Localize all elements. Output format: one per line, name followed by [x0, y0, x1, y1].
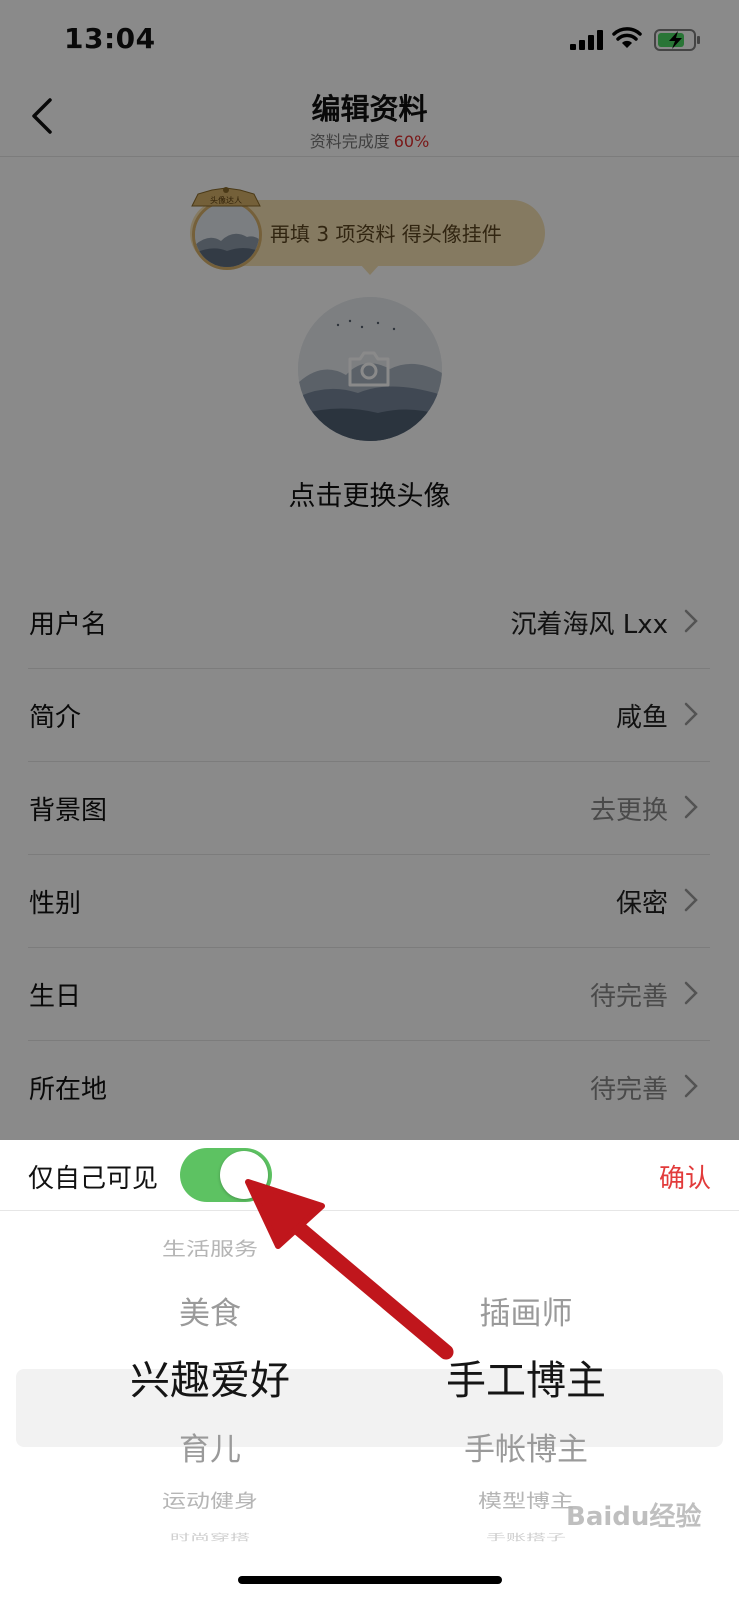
toggle-knob [220, 1151, 268, 1199]
picker-option-selected[interactable]: 兴趣爱好 [60, 1348, 360, 1406]
picker-option[interactable]: 插画师 [376, 1288, 676, 1333]
picker-option[interactable]: 手帐博主 [376, 1424, 676, 1469]
picker-column-category[interactable]: 生活服务 美食 兴趣爱好 育儿 运动健身 时尚穿搭 [60, 1210, 360, 1600]
watermark: Baidu经验 [566, 1496, 701, 1533]
picker-option-selected[interactable]: 手工博主 [376, 1348, 676, 1406]
picker-toolbar: 仅自己可见 确认 [0, 1140, 739, 1211]
picker-column-subcategory[interactable]: 插画师 手工博主 手帐博主 模型博主 手账搭子 [376, 1210, 676, 1600]
picker-option[interactable]: 美食 [60, 1288, 360, 1333]
picker-option[interactable]: 生活服务 [60, 1234, 360, 1261]
picker-option[interactable]: 时尚穿搭 [60, 1530, 360, 1543]
visibility-toggle[interactable] [180, 1148, 272, 1202]
watermark-text: Baidu经验 [566, 1502, 702, 1532]
visibility-label: 仅自己可见 [28, 1164, 159, 1194]
home-indicator[interactable] [238, 1576, 502, 1584]
confirm-button[interactable]: 确认 [659, 1158, 711, 1195]
picker-option[interactable]: 运动健身 [60, 1486, 360, 1513]
picker-option[interactable]: 育儿 [60, 1424, 360, 1469]
modal-dim-overlay[interactable] [0, 0, 739, 1140]
